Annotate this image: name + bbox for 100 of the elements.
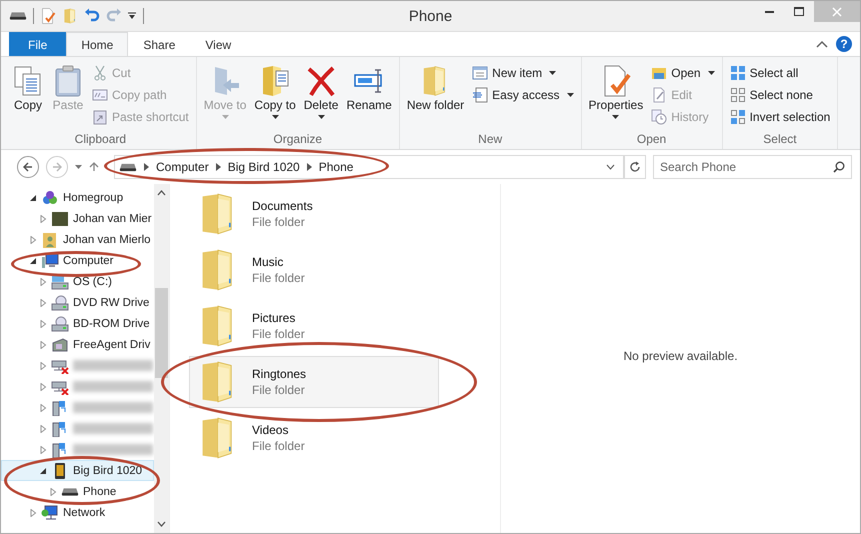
folder-item[interactable]: Pictures File folder bbox=[189, 300, 439, 352]
ribbon-button[interactable]: Open bbox=[648, 63, 718, 83]
breadcrumb[interactable]: Computer bbox=[156, 160, 209, 174]
customize-caret-icon[interactable] bbox=[128, 12, 137, 20]
collapsed-arrow-icon[interactable] bbox=[40, 382, 47, 390]
tree-item[interactable]: Homegroup bbox=[1, 187, 154, 208]
folder-type: File folder bbox=[252, 271, 305, 285]
collapsed-arrow-icon[interactable] bbox=[30, 236, 37, 244]
scroll-down-icon[interactable] bbox=[157, 521, 166, 527]
phone-icon bbox=[53, 462, 67, 480]
invert-selection-icon bbox=[730, 109, 746, 125]
address-bar[interactable]: Computer Big Bird 1020 Phone bbox=[114, 155, 624, 179]
window-title: Phone bbox=[408, 8, 452, 24]
tree-item-label: FreeAgent Driv bbox=[73, 338, 150, 350]
drive-icon[interactable] bbox=[9, 11, 27, 21]
expanded-arrow-icon[interactable] bbox=[40, 466, 47, 474]
collapse-ribbon-icon[interactable] bbox=[816, 40, 828, 48]
ribbon-button[interactable]: Select none bbox=[726, 85, 834, 105]
tree-item[interactable]: OS (C:) bbox=[1, 271, 154, 292]
breadcrumb-separator-icon[interactable] bbox=[306, 163, 312, 171]
collapsed-arrow-icon[interactable] bbox=[40, 278, 47, 286]
tree-item-label: Computer bbox=[63, 254, 114, 266]
collapsed-arrow-icon[interactable] bbox=[40, 446, 47, 454]
select-none-icon bbox=[730, 87, 746, 103]
tree-item[interactable]: Johan van Mierlo bbox=[1, 229, 154, 250]
breadcrumb-separator-icon[interactable] bbox=[144, 163, 149, 171]
photo-placeholder bbox=[52, 210, 68, 226]
folder-item[interactable]: Videos File folder bbox=[189, 412, 439, 464]
tree-item[interactable]: DVD RW Drive bbox=[1, 292, 154, 313]
ribbon-button[interactable]: Properties bbox=[586, 61, 646, 130]
back-button[interactable] bbox=[17, 156, 39, 178]
folder-item[interactable]: Documents File folder bbox=[189, 188, 439, 240]
folder-item[interactable]: Music File folder bbox=[189, 244, 439, 296]
user-folder-icon bbox=[42, 232, 58, 248]
ribbon-button[interactable]: Invert selection bbox=[726, 107, 834, 127]
collapsed-arrow-icon[interactable] bbox=[40, 404, 47, 412]
tree-item[interactable]: FreeAgent Driv bbox=[1, 334, 154, 355]
forward-arrow-icon bbox=[52, 162, 62, 172]
tree-item[interactable]: Computer bbox=[1, 250, 154, 271]
dropdown-caret-icon[interactable] bbox=[606, 164, 615, 170]
folder-name: Ringtones bbox=[252, 367, 306, 381]
search-field[interactable]: Search Phone bbox=[653, 155, 852, 179]
up-arrow-icon[interactable] bbox=[89, 162, 99, 172]
file-menu-button[interactable]: File bbox=[9, 32, 66, 56]
collapsed-arrow-icon[interactable] bbox=[40, 298, 47, 306]
drive-icon bbox=[51, 274, 69, 290]
tree-item[interactable]: Big Bird 1020 bbox=[1, 460, 154, 481]
delete-icon bbox=[305, 65, 338, 97]
collapsed-arrow-icon[interactable] bbox=[40, 214, 47, 222]
recent-locations-caret-icon[interactable] bbox=[75, 165, 82, 169]
tree-item[interactable]: Network bbox=[1, 502, 154, 523]
close-icon bbox=[832, 6, 842, 16]
tree-item[interactable]: Phone bbox=[1, 481, 154, 502]
preview-message: No preview available. bbox=[623, 348, 738, 362]
collapsed-arrow-icon[interactable] bbox=[40, 424, 47, 432]
ribbon-button[interactable]: Select all bbox=[726, 63, 834, 83]
back-arrow-icon bbox=[23, 162, 33, 172]
select-all-icon bbox=[730, 65, 746, 81]
refresh-icon bbox=[629, 161, 641, 173]
breadcrumb[interactable]: Phone bbox=[318, 160, 354, 174]
scissors-icon bbox=[92, 65, 108, 81]
scrollbar-thumb[interactable] bbox=[155, 288, 168, 378]
ribbon-button[interactable]: Copy bbox=[9, 61, 47, 130]
expanded-arrow-icon[interactable] bbox=[30, 194, 37, 202]
ribbon-tab[interactable]: Share bbox=[128, 32, 190, 56]
ribbon-tab[interactable]: View bbox=[190, 32, 246, 56]
ribbon-button[interactable]: Delete bbox=[300, 61, 342, 130]
folder-name: Documents bbox=[252, 199, 313, 213]
scroll-up-icon[interactable] bbox=[157, 190, 166, 196]
path-icon bbox=[92, 87, 108, 103]
ribbon-tab[interactable]: Home bbox=[66, 32, 128, 56]
ribbon-button[interactable]: Copy to bbox=[251, 61, 299, 130]
ribbon-group-label: Organize bbox=[273, 131, 322, 148]
ribbon-button[interactable]: New folder bbox=[404, 61, 468, 130]
collapsed-arrow-icon[interactable] bbox=[30, 508, 37, 516]
caret-icon bbox=[708, 71, 715, 75]
disconnected-drive-icon bbox=[51, 358, 69, 374]
collapsed-arrow-icon[interactable] bbox=[40, 362, 47, 370]
expanded-arrow-icon[interactable] bbox=[30, 256, 37, 264]
breadcrumb-separator-icon[interactable] bbox=[216, 163, 221, 171]
ribbon-button[interactable]: Rename bbox=[343, 61, 395, 130]
refresh-button[interactable] bbox=[624, 155, 646, 179]
collapsed-arrow-icon[interactable] bbox=[40, 340, 47, 348]
collapsed-arrow-icon[interactable] bbox=[40, 320, 47, 328]
tree-item[interactable]: BD-ROM Drive bbox=[1, 313, 154, 334]
help-button[interactable]: ? bbox=[836, 36, 852, 52]
tree-item[interactable]: Johan van Mier bbox=[1, 208, 154, 229]
breadcrumb[interactable]: Big Bird 1020 bbox=[228, 160, 300, 174]
undo-icon[interactable] bbox=[84, 8, 100, 24]
ribbon-button[interactable]: New item bbox=[469, 63, 577, 83]
scrollbar[interactable] bbox=[154, 184, 169, 533]
caret-icon bbox=[318, 115, 325, 119]
network-icon bbox=[41, 504, 59, 520]
ribbon-button[interactable]: Easy access bbox=[469, 85, 577, 105]
maximize-icon bbox=[794, 6, 804, 16]
collapsed-arrow-icon[interactable] bbox=[50, 488, 57, 496]
folder-name: Videos bbox=[252, 423, 290, 437]
folder-item[interactable]: Ringtones File folder bbox=[189, 356, 439, 408]
shortcut-icon bbox=[92, 109, 108, 125]
minimize-icon bbox=[764, 10, 774, 12]
